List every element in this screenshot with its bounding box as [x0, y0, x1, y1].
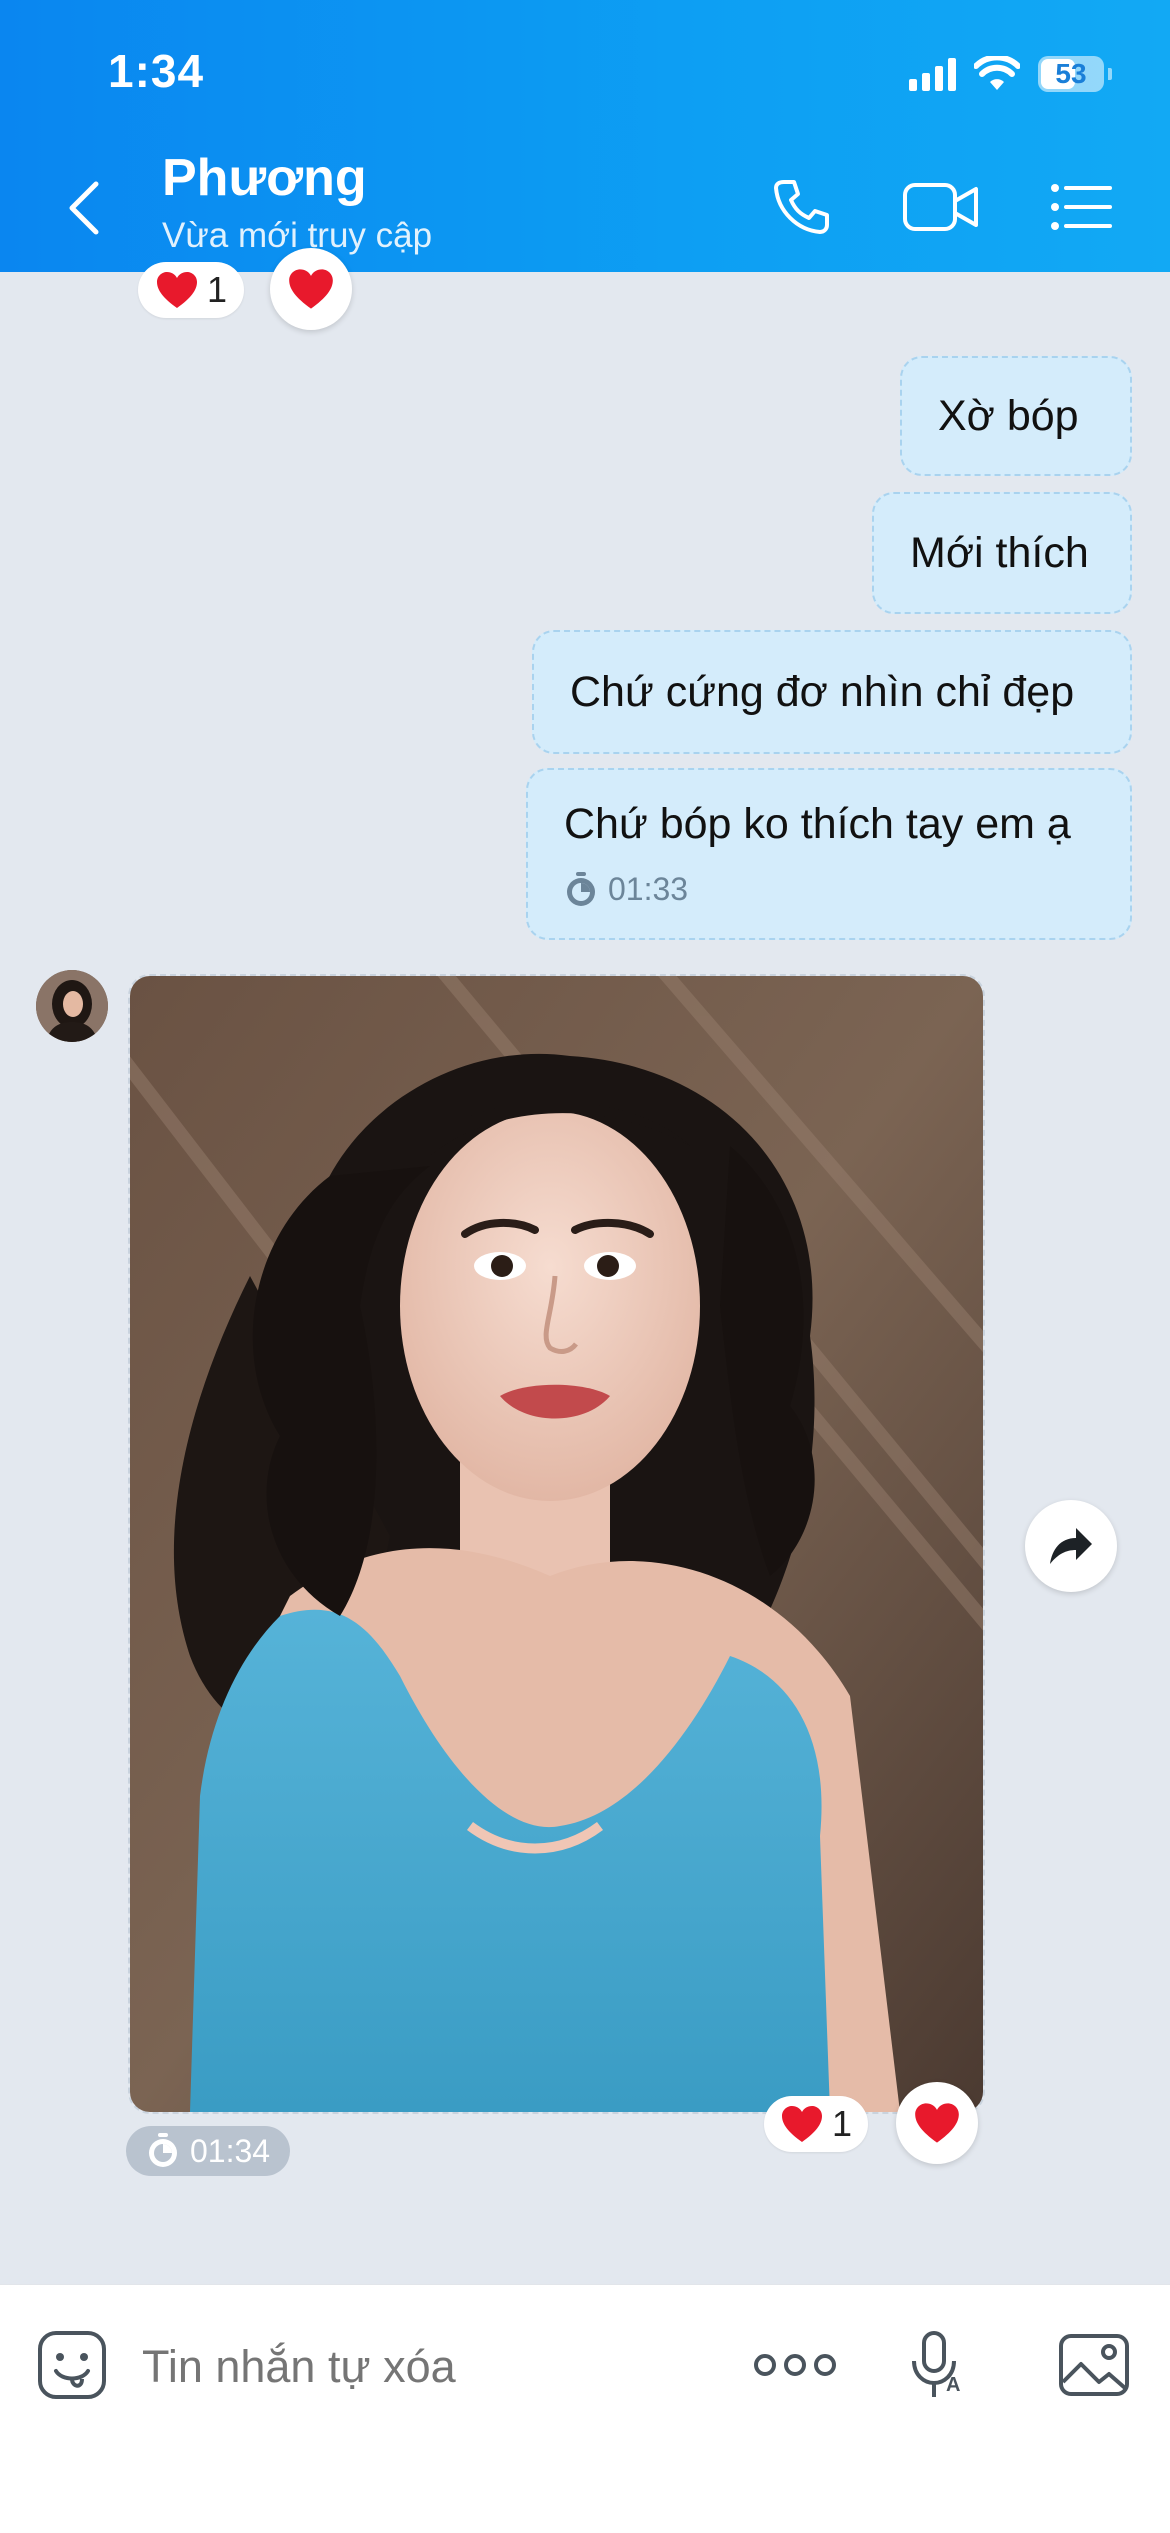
message-text: Mới thích: [910, 528, 1089, 577]
message-bubble[interactable]: Xờ bóp: [900, 356, 1132, 476]
sticker-button[interactable]: [32, 2325, 112, 2405]
battery-icon: 53: [1038, 56, 1104, 92]
message-input[interactable]: [142, 2341, 702, 2393]
voice-call-button[interactable]: [766, 172, 836, 242]
forward-button[interactable]: [1025, 1500, 1117, 1592]
share-arrow-icon: [1050, 1528, 1092, 1564]
react-heart-button[interactable]: [896, 2082, 978, 2164]
list-menu-icon: [1051, 184, 1112, 230]
battery-level: 53: [1055, 58, 1087, 89]
contact-name[interactable]: Phương: [162, 148, 367, 208]
heart-icon: [289, 269, 333, 309]
reaction-count: 1: [206, 269, 228, 310]
message-bubble[interactable]: Chứ bóp ko thích tay em ạ 01:33: [526, 768, 1132, 940]
message-timer: 01:33: [564, 871, 1094, 908]
message-time: 01:33: [608, 871, 689, 907]
reaction-summary[interactable]: 1: [764, 2096, 868, 2152]
stopwatch-icon: [567, 871, 595, 906]
signal-icon: [909, 57, 956, 91]
heart-icon: [915, 2103, 959, 2143]
stopwatch-icon: [149, 2133, 177, 2167]
message-timer: 01:34: [126, 2126, 291, 2176]
message-text: Chứ cứng đơ nhìn chỉ đẹp: [570, 667, 1075, 716]
reaction-summary[interactable]: 1: [138, 262, 244, 318]
chevron-left-icon: [69, 181, 99, 235]
svg-text:A: A: [946, 2374, 960, 2396]
image-icon: [1059, 2334, 1129, 2396]
status-icons: 53: [909, 50, 1112, 98]
sticker-icon: [38, 2331, 106, 2399]
message-time: 01:34: [190, 2132, 271, 2169]
message-text: Chứ bóp ko thích tay em ạ: [564, 800, 1071, 848]
voice-button[interactable]: A: [896, 2325, 976, 2405]
chat-options-button[interactable]: [1046, 172, 1116, 242]
message-composer: A: [0, 2284, 1170, 2533]
voice-to-text-icon: A: [912, 2331, 960, 2397]
more-icon: [754, 2354, 836, 2376]
message-bubble[interactable]: Chứ cứng đơ nhìn chỉ đẹp: [532, 630, 1132, 754]
video-camera-icon: [903, 183, 978, 231]
heart-icon: [156, 272, 197, 308]
phone-icon: [774, 180, 829, 234]
more-button[interactable]: [752, 2325, 838, 2405]
shared-photo[interactable]: [128, 974, 985, 2114]
image-button[interactable]: [1054, 2325, 1134, 2405]
reaction-count: 1: [831, 2103, 853, 2144]
react-heart-button[interactable]: [270, 248, 352, 330]
wifi-icon: [974, 56, 1020, 90]
message-bubble[interactable]: Mới thích: [872, 492, 1132, 614]
heart-icon: [781, 2106, 822, 2142]
back-button[interactable]: [60, 178, 110, 238]
status-time: 1:34: [108, 45, 205, 97]
video-call-button[interactable]: [901, 172, 981, 242]
chat-header: 1:34 53 Phương Vừa mới truy cập: [0, 0, 1170, 272]
message-text: Xờ bóp: [938, 391, 1079, 440]
contact-avatar[interactable]: [36, 970, 108, 1042]
